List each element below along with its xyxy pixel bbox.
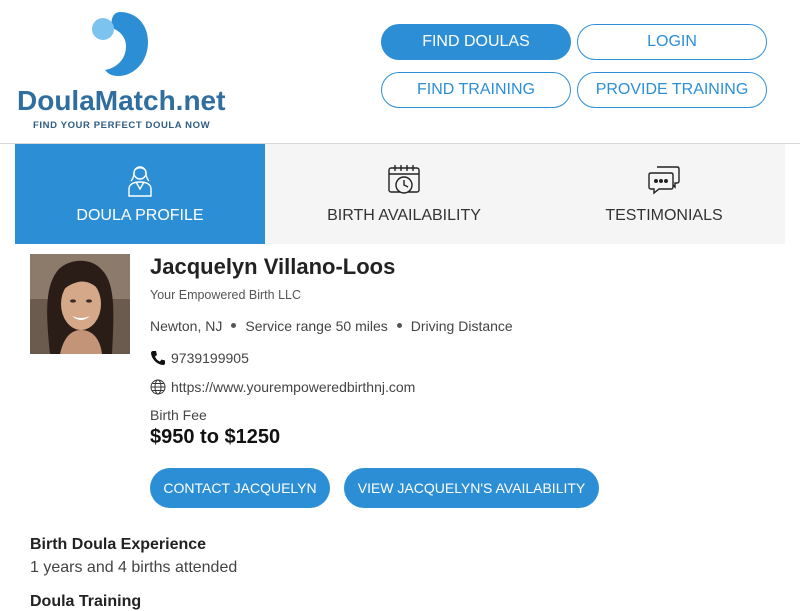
calendar-clock-icon [387,162,421,198]
site-logo[interactable]: DoulaMatch.net FIND YOUR PERFECT DOULA N… [15,10,225,135]
find-training-button[interactable]: FIND TRAINING [381,72,571,108]
logo-tagline: FIND YOUR PERFECT DOULA NOW [33,120,211,131]
doula-logo-mark-icon [92,12,148,76]
find-doulas-button[interactable]: FIND DOULAS [381,24,571,60]
training-heading: Doula Training [30,593,142,610]
birth-fee-label: Birth Fee [150,407,207,423]
doula-person-icon [126,162,154,198]
logo-wordmark: DoulaMatch.net [17,85,226,116]
globe-icon [150,379,166,395]
doula-profile-photo [30,254,130,354]
tab-testimonials[interactable]: TESTIMONIALS [543,144,785,244]
tab-label: DOULA PROFILE [76,207,204,224]
birth-fee-value: $950 to $1250 [150,426,281,448]
tab-label: BIRTH AVAILABILITY [327,207,481,224]
login-button[interactable]: LOGIN [577,24,767,60]
website-link[interactable]: https://www.yourempoweredbirthnj.com [171,379,415,395]
doula-name: Jacquelyn Villano-Loos [150,254,396,279]
chat-bubbles-icon [647,162,681,198]
experience-heading: Birth Doula Experience [30,536,207,553]
tab-birth-availability[interactable]: BIRTH AVAILABILITY [265,144,543,244]
service-range: Service range 50 miles [245,318,388,334]
separator-dot [396,322,402,328]
distance-type: Driving Distance [410,318,513,334]
contact-doula-button[interactable]: CONTACT JACQUELYN [150,468,330,508]
separator-dot [231,322,237,328]
provide-training-button[interactable]: PROVIDE TRAINING [577,72,767,108]
tab-doula-profile[interactable]: DOULA PROFILE [15,144,265,244]
tab-label: TESTIMONIALS [605,207,723,224]
phone-icon [150,350,166,366]
site-header: DoulaMatch.net FIND YOUR PERFECT DOULA N… [0,0,800,144]
view-availability-button[interactable]: VIEW JACQUELYN'S AVAILABILITY [344,468,599,508]
profile-tabs: DOULA PROFILE BIRTH AVAILABILITY TESTIMO… [15,144,785,244]
doula-company: Your Empowered Birth LLC [150,288,302,302]
website-row: https://www.yourempoweredbirthnj.com [150,379,415,395]
phone-number[interactable]: 9739199905 [171,350,249,366]
doula-location: Newton, NJ [150,318,223,334]
location-row: Newton, NJ Service range 50 miles Drivin… [150,318,513,334]
experience-text: 1 years and 4 births attended [30,559,238,576]
phone-row: 9739199905 [150,350,249,366]
